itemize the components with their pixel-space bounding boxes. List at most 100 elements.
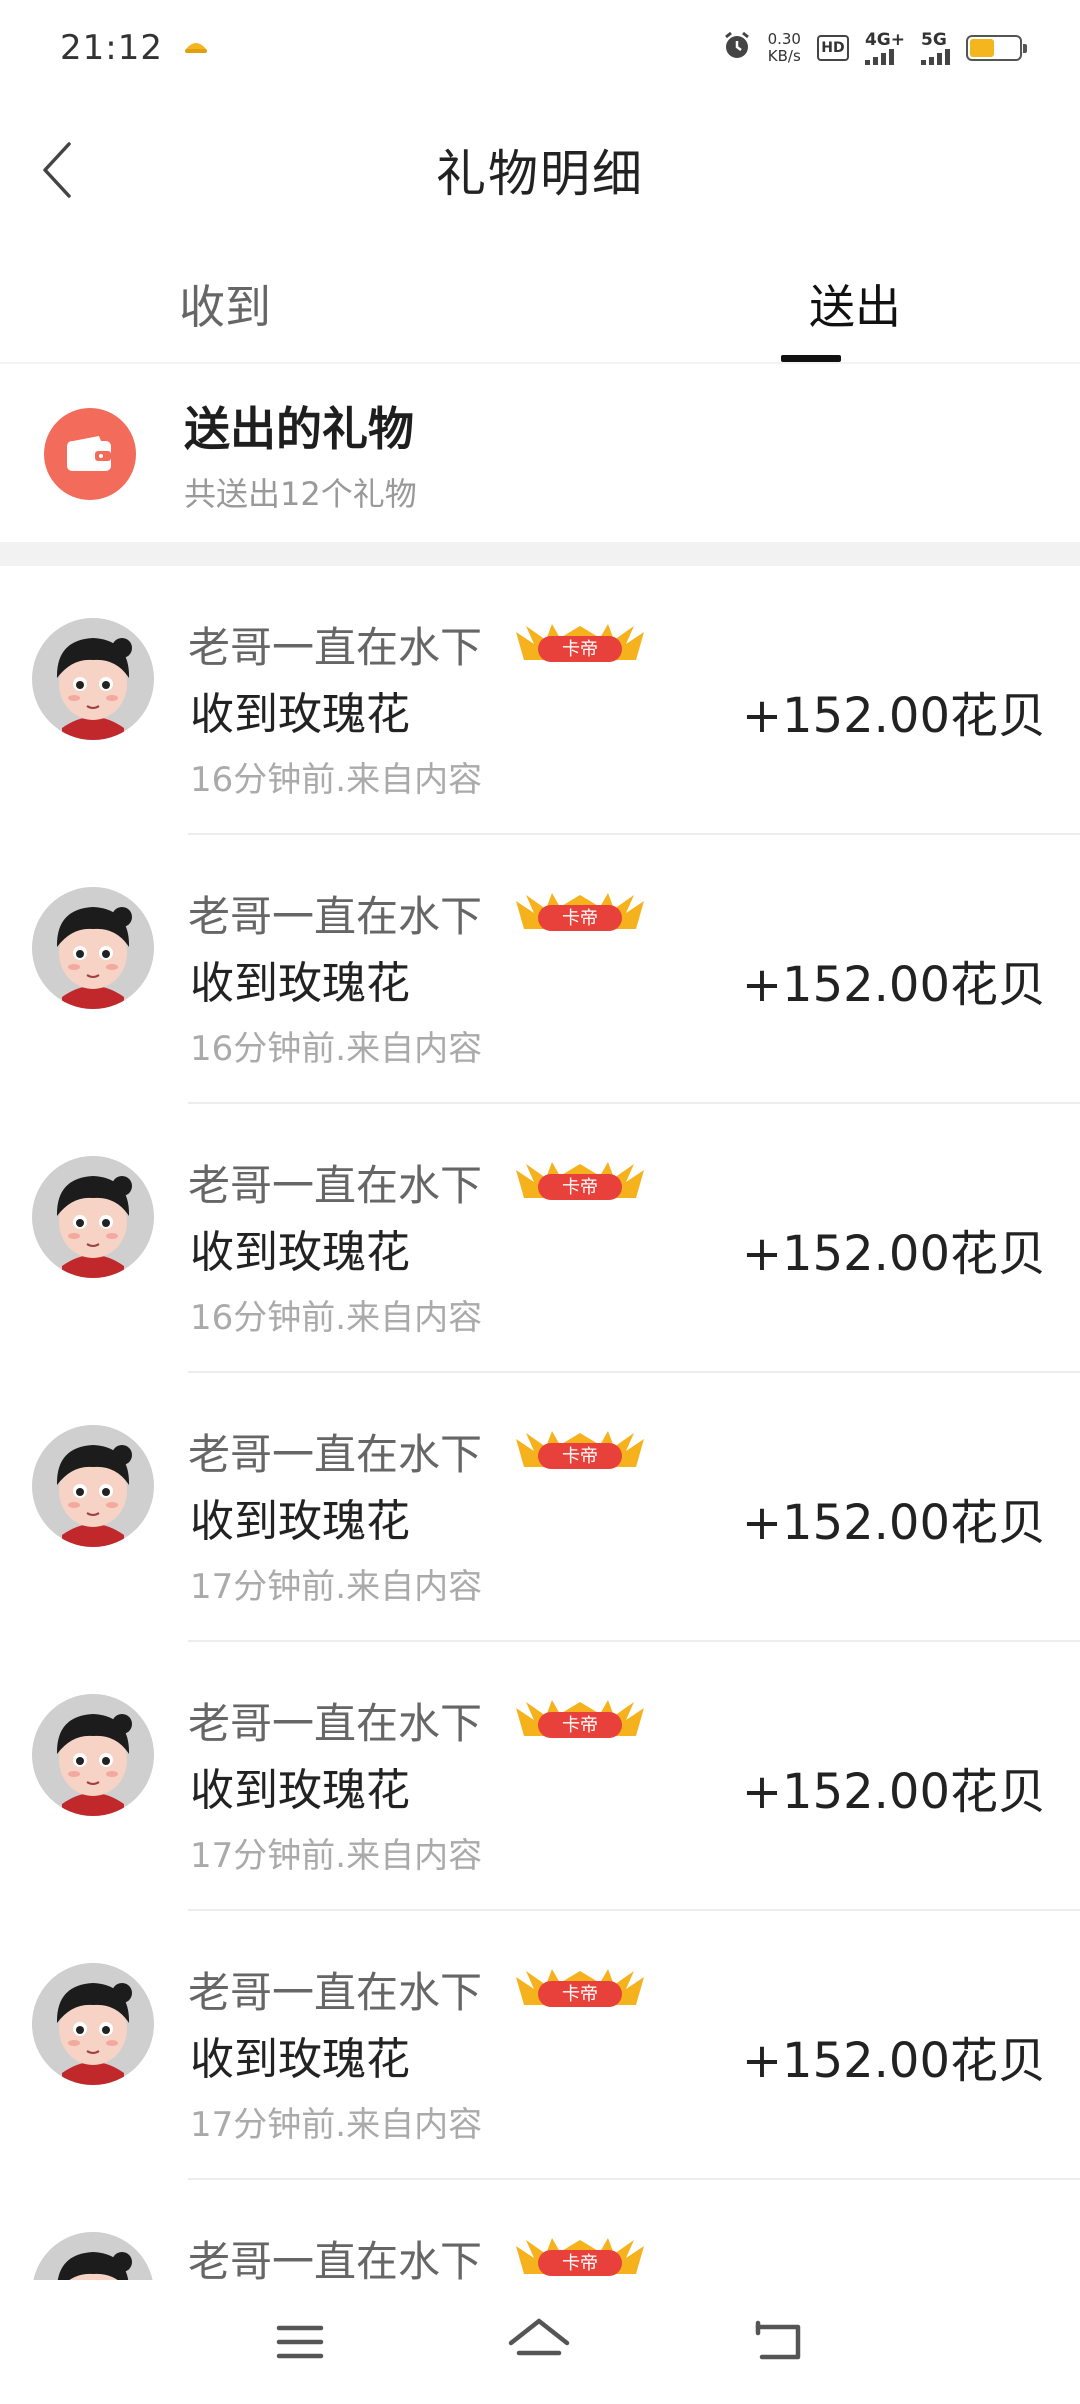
home-icon	[508, 2318, 570, 2356]
tab-bar: 收到 送出	[0, 246, 1080, 364]
hd-label: HD	[821, 40, 845, 56]
avatar[interactable]	[32, 1963, 154, 2085]
sender-line: 老哥一直在水下 卡帝	[188, 1959, 648, 2020]
sender-line: 老哥一直在水下 卡帝	[188, 1152, 648, 1213]
gift-description: 收到玫瑰花	[190, 2034, 410, 2085]
back-icon	[755, 2320, 801, 2360]
gift-description: 收到玫瑰花	[190, 1227, 410, 1278]
sender-line: 老哥一直在水下 卡帝	[188, 1421, 648, 1482]
gift-time-source: 16分钟前.来自内容	[190, 1298, 483, 1338]
gift-details-screen: 21:12 0.30 KB/s HD 4G+ 5G 礼物明细 收到 送出 送出的…	[0, 0, 1080, 2404]
signal-bars-icon	[864, 48, 894, 65]
tab-sent[interactable]: 送出	[541, 246, 1080, 362]
summary-title: 送出的礼物	[184, 402, 414, 456]
sender-line: 老哥一直在水下 卡帝	[188, 883, 648, 944]
sender-line: 老哥一直在水下 卡帝	[188, 1690, 648, 1751]
summary-card: 送出的礼物 共送出12个礼物	[0, 366, 1080, 542]
badge-label: 卡帝	[562, 1984, 598, 2005]
gift-row[interactable]: 老哥一直在水下 卡帝 收到玫瑰花 16分钟前.来自内容 +152.00花贝	[0, 835, 1080, 1104]
badge-label: 卡帝	[562, 1715, 598, 1736]
gift-row[interactable]: 老哥一直在水下 卡帝 收到玫瑰花 17分钟前.来自内容 +152.00花贝	[0, 1373, 1080, 1642]
gift-row[interactable]: 老哥一直在水下 卡帝 收到玫瑰花 17分钟前.来自内容 +152.00花贝	[0, 1911, 1080, 2180]
sender-name: 老哥一直在水下	[188, 1161, 483, 1210]
vip-badge-icon: 卡帝	[512, 1160, 648, 1206]
gift-description: 收到玫瑰花	[190, 689, 410, 740]
sender-name: 老哥一直在水下	[188, 1430, 483, 1479]
vip-badge-icon: 卡帝	[512, 891, 648, 937]
menu-button[interactable]	[265, 2310, 335, 2374]
section-divider	[0, 542, 1080, 566]
badge-label: 卡帝	[562, 1446, 598, 1467]
gift-description: 收到玫瑰花	[190, 1496, 410, 1547]
vip-badge-icon: 卡帝	[512, 1967, 648, 2013]
hd-voice-icon: HD	[816, 35, 849, 61]
notification-icon	[183, 35, 209, 61]
gift-amount: +152.00花贝	[741, 688, 1046, 744]
sim2-label: 5G	[921, 29, 947, 50]
badge-label: 卡帝	[562, 639, 598, 660]
header: 礼物明细	[0, 110, 1080, 230]
gift-time-source: 16分钟前.来自内容	[190, 1029, 483, 1069]
network-speed-value: 0.30	[767, 30, 801, 48]
vip-badge-icon: 卡帝	[512, 1698, 648, 1744]
page-title: 礼物明细	[436, 145, 644, 203]
avatar[interactable]	[32, 618, 154, 740]
chevron-left-icon	[43, 142, 71, 198]
gift-time-source: 17分钟前.来自内容	[190, 1567, 483, 1607]
badge-label: 卡帝	[562, 2253, 598, 2274]
active-tab-indicator	[780, 355, 841, 362]
gift-amount: +152.00花贝	[741, 1495, 1046, 1551]
avatar[interactable]	[32, 1425, 154, 1547]
gift-amount: +152.00花贝	[741, 957, 1046, 1013]
battery-level	[970, 39, 994, 57]
gift-row[interactable]: 老哥一直在水下 卡帝 收到玫瑰花 16分钟前.来自内容 +152.00花贝	[0, 1104, 1080, 1373]
vip-badge-icon: 卡帝	[512, 2236, 648, 2282]
sender-name: 老哥一直在水下	[188, 623, 483, 672]
gift-row[interactable]: 老哥一直在水下 卡帝 收到玫瑰花 17分钟前.来自内容 +152.00花贝	[0, 1642, 1080, 1911]
sim1-signal: 4G+	[864, 29, 905, 65]
avatar[interactable]	[32, 887, 154, 1009]
wallet-icon	[44, 408, 136, 500]
gift-description: 收到玫瑰花	[190, 958, 410, 1009]
status-time: 21:12	[60, 28, 163, 68]
tab-received[interactable]: 收到	[0, 246, 541, 362]
sender-name: 老哥一直在水下	[188, 1968, 483, 2017]
tab-received-label: 收到	[179, 280, 271, 334]
sender-line: 老哥一直在水下 卡帝	[188, 614, 648, 675]
gift-row[interactable]: 老哥一直在水下 卡帝 收到玫瑰花 16分钟前.来自内容 +152.00花贝	[0, 566, 1080, 835]
gift-time-source: 16分钟前.来自内容	[190, 760, 483, 800]
back-button[interactable]	[22, 135, 92, 205]
battery-icon	[966, 35, 1027, 61]
summary-subtitle: 共送出12个礼物	[184, 475, 417, 513]
vip-badge-icon: 卡帝	[512, 622, 648, 668]
sim1-label: 4G+	[864, 29, 905, 50]
home-button[interactable]	[504, 2310, 574, 2374]
gift-amount: +152.00花贝	[741, 1226, 1046, 1282]
gift-amount: +152.00花贝	[741, 2033, 1046, 2089]
summary-text: 送出的礼物 共送出12个礼物	[184, 393, 417, 515]
tab-sent-label: 送出	[809, 280, 901, 334]
gift-time-source: 17分钟前.来自内容	[190, 2105, 483, 2145]
network-speed: 0.30 KB/s	[768, 31, 801, 65]
menu-icon	[276, 2325, 324, 2359]
avatar[interactable]	[32, 1694, 154, 1816]
sender-name: 老哥一直在水下	[188, 892, 483, 941]
back-nav-button[interactable]	[745, 2310, 815, 2374]
gift-list: 老哥一直在水下 卡帝 收到玫瑰花 16分钟前.来自内容 +152.00花贝 老哥…	[0, 566, 1080, 2404]
signal-bars-icon	[921, 48, 950, 65]
badge-label: 卡帝	[562, 1177, 598, 1198]
gift-amount: +152.00花贝	[741, 1764, 1046, 1820]
gift-description: 收到玫瑰花	[190, 1765, 410, 1816]
sim2-signal: 5G	[921, 29, 950, 65]
system-navigation-bar	[0, 2280, 1080, 2404]
alarm-icon	[722, 31, 752, 65]
status-right: 0.30 KB/s HD 4G+ 5G	[722, 29, 1027, 65]
status-bar: 21:12 0.30 KB/s HD 4G+ 5G	[0, 0, 1080, 96]
badge-label: 卡帝	[562, 908, 598, 929]
sender-name: 老哥一直在水下	[188, 1699, 483, 1748]
avatar[interactable]	[32, 1156, 154, 1278]
status-left: 21:12	[60, 28, 209, 68]
gift-time-source: 17分钟前.来自内容	[190, 1836, 483, 1876]
vip-badge-icon: 卡帝	[512, 1429, 648, 1475]
network-speed-unit: KB/s	[767, 47, 801, 65]
